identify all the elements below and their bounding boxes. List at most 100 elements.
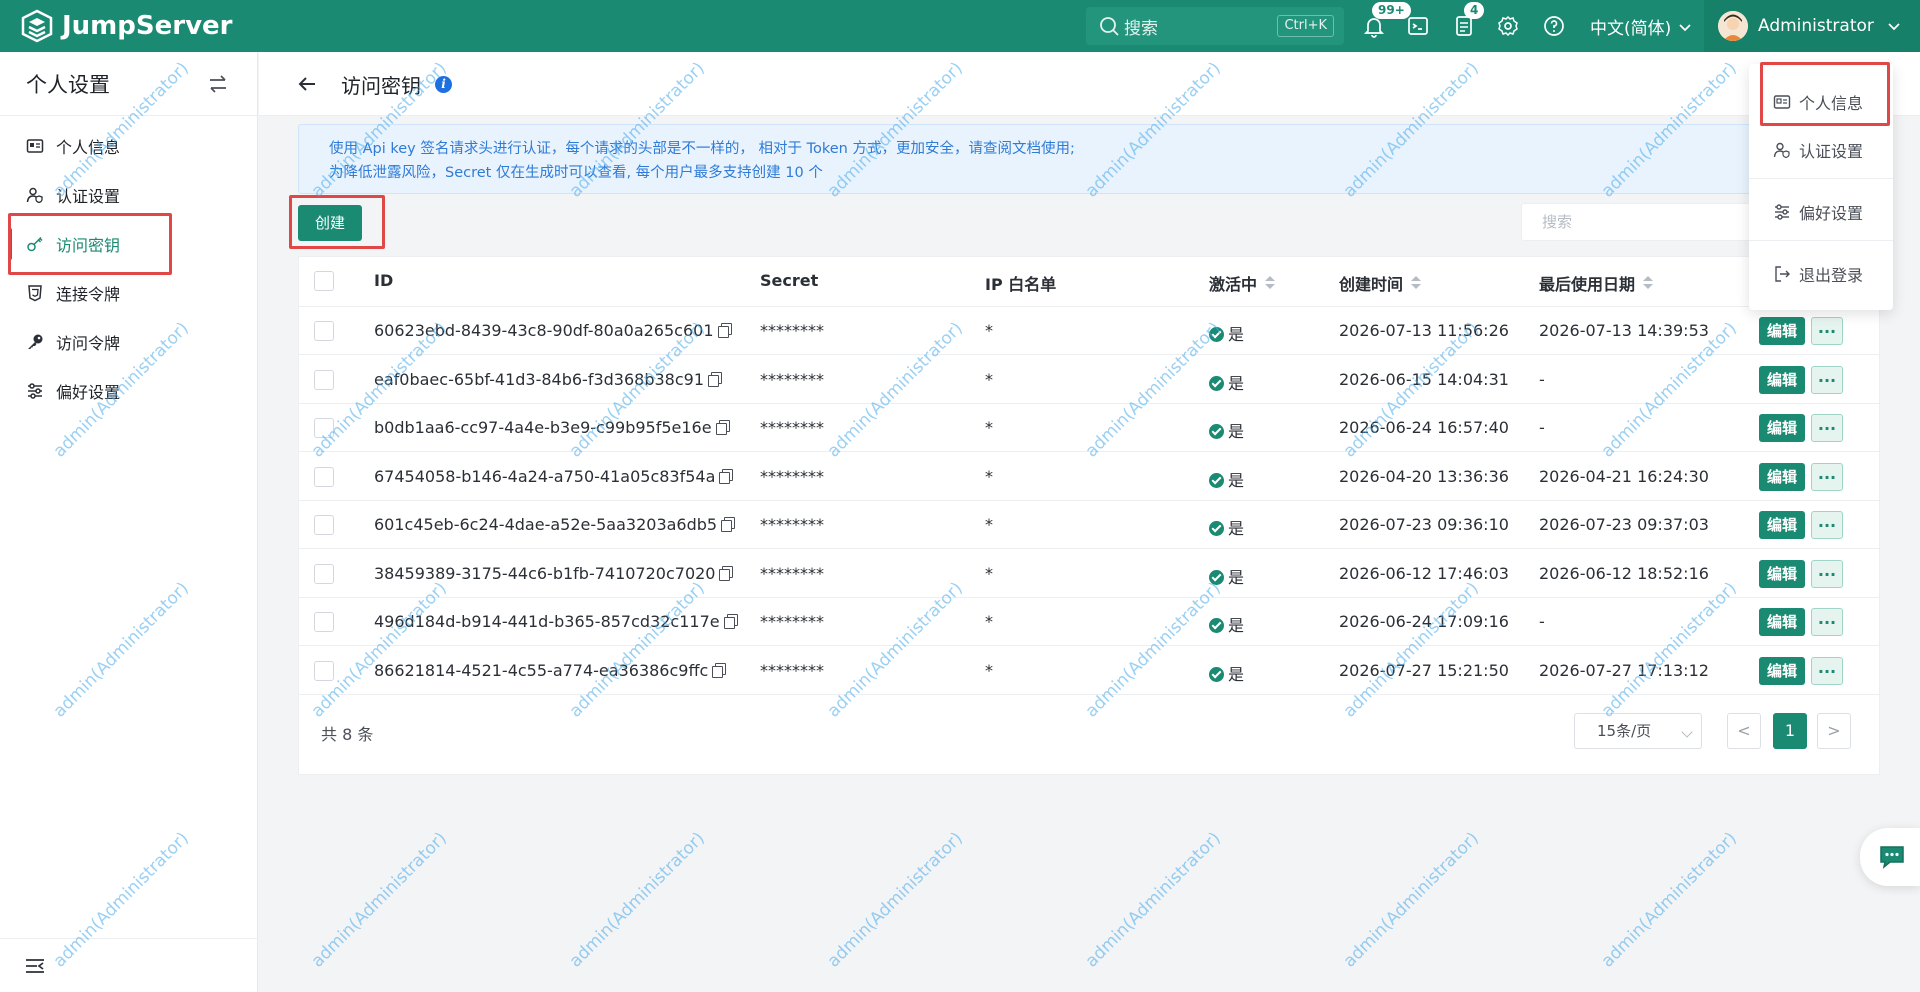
row-checkbox[interactable] xyxy=(314,612,334,632)
search-shortcut: Ctrl+K xyxy=(1277,15,1334,37)
sort-icon[interactable] xyxy=(1411,276,1422,290)
row-checkbox[interactable] xyxy=(314,418,334,438)
terminal-icon[interactable] xyxy=(1406,14,1430,38)
dropdown-item-label: 认证设置 xyxy=(1799,142,1864,161)
sidebar-item-connection-token[interactable]: 连接令牌 xyxy=(0,269,258,317)
copy-icon[interactable] xyxy=(719,565,734,581)
check-circle-icon xyxy=(1209,521,1224,536)
arrow-left-icon[interactable] xyxy=(295,72,319,96)
table-row: 67454058-b146-4a24-a750-41a05c83f54a ****… xyxy=(299,453,1879,501)
cell-id: 38459389-3175-44c6-b1fb-7410720c7020 xyxy=(374,564,734,583)
copy-icon[interactable] xyxy=(708,371,722,387)
cell-secret: ******** xyxy=(760,418,824,437)
table-search-input[interactable]: 搜索 xyxy=(1521,203,1751,241)
cell-id: b0db1aa6-cc97-4a4e-b3e9-c99b95f5e16e xyxy=(374,418,730,437)
sort-icon[interactable] xyxy=(1643,276,1654,290)
check-circle-icon xyxy=(1209,618,1224,633)
next-page-button[interactable]: > xyxy=(1817,713,1851,749)
edit-button[interactable]: 编辑 xyxy=(1759,462,1805,491)
dropdown-item-logout[interactable]: 退出登录 xyxy=(1749,254,1893,294)
cell-ip-whitelist: * xyxy=(985,369,993,389)
dropdown-item-auth-settings[interactable]: 认证设置 xyxy=(1749,130,1893,170)
dropdown-item-preferences[interactable]: 偏好设置 xyxy=(1749,192,1893,232)
watermark-text: admin(Administrator) xyxy=(1081,828,1225,972)
row-checkbox[interactable] xyxy=(314,660,334,681)
collapse-menu-icon[interactable] xyxy=(24,955,46,977)
column-header-last-used[interactable]: 最后使用日期 xyxy=(1539,271,1654,295)
user-shield-icon xyxy=(1773,142,1790,159)
cell-id: eaf0baec-65bf-41d3-84b6-f3d368b38c91 xyxy=(374,370,722,389)
brand-logo[interactable]: JumpServer xyxy=(20,9,232,43)
more-actions-button[interactable]: ... xyxy=(1811,365,1843,394)
id-card-icon xyxy=(26,139,44,153)
page-size-label: 15条/页 xyxy=(1597,722,1652,740)
row-checkbox[interactable] xyxy=(314,515,334,535)
gear-icon[interactable] xyxy=(1496,14,1520,38)
sidebar-item-auth-settings[interactable]: 认证设置 xyxy=(0,171,258,219)
check-circle-icon xyxy=(1209,472,1224,488)
global-search[interactable]: 搜索 Ctrl+K xyxy=(1086,7,1344,45)
table-row: 38459389-3175-44c6-b1fb-7410720c7020 ****… xyxy=(299,550,1879,598)
cell-active: 是 xyxy=(1209,612,1244,636)
more-actions-button[interactable]: ... xyxy=(1811,462,1843,491)
cell-secret: ******** xyxy=(760,321,824,340)
column-header-id: ID xyxy=(374,271,394,290)
sidebar-item-preferences[interactable]: 偏好设置 xyxy=(0,367,258,415)
table-header: ID Secret IP 白名单 激活中 创建时间 最后使用日期 xyxy=(299,257,1879,307)
table-row: 60623ebd-8439-43c8-90df-80a0a265c601 ****… xyxy=(299,307,1879,355)
sidebar-item-label: 访问令牌 xyxy=(56,334,121,353)
access-keys-table: ID Secret IP 白名单 激活中 创建时间 最后使用日期 60623eb… xyxy=(298,256,1880,775)
edit-button[interactable]: 编辑 xyxy=(1759,511,1805,539)
edit-button[interactable]: 编辑 xyxy=(1759,608,1805,636)
copy-icon[interactable] xyxy=(721,517,736,532)
page-size-select[interactable]: 15条/页 xyxy=(1574,713,1702,749)
help-icon[interactable] xyxy=(1542,14,1566,38)
more-actions-button[interactable]: ... xyxy=(1811,414,1843,442)
edit-button[interactable]: 编辑 xyxy=(1759,317,1805,345)
copy-icon[interactable] xyxy=(719,468,734,484)
column-header-active[interactable]: 激活中 xyxy=(1209,271,1276,295)
sort-icon[interactable] xyxy=(1265,276,1276,290)
page-number-current[interactable]: 1 xyxy=(1773,713,1807,749)
edit-button[interactable]: 编辑 xyxy=(1759,365,1805,394)
more-actions-button[interactable]: ... xyxy=(1811,559,1843,588)
switch-view-icon[interactable] xyxy=(206,72,230,96)
cell-ip-whitelist: * xyxy=(985,466,993,486)
more-actions-button[interactable]: ... xyxy=(1811,511,1843,539)
edit-button[interactable]: 编辑 xyxy=(1759,414,1805,442)
cell-id: 601c45eb-6c24-4dae-a52e-5aa3203a6db5 xyxy=(374,515,736,534)
sidebar-item-label: 连接令牌 xyxy=(56,285,121,304)
jumpserver-logo-icon xyxy=(21,9,53,43)
info-icon[interactable]: i xyxy=(435,76,452,93)
column-header-ip-whitelist: IP 白名单 xyxy=(985,275,1057,294)
row-checkbox[interactable] xyxy=(314,466,334,487)
sidebar-item-profile[interactable]: 个人信息 xyxy=(0,122,258,170)
more-actions-button[interactable]: ... xyxy=(1811,317,1843,345)
copy-icon[interactable] xyxy=(712,662,727,678)
more-actions-button[interactable]: ... xyxy=(1811,656,1843,685)
copy-icon[interactable] xyxy=(715,420,730,435)
row-checkbox[interactable] xyxy=(314,321,334,341)
edit-button[interactable]: 编辑 xyxy=(1759,656,1805,685)
select-all-checkbox[interactable] xyxy=(314,271,334,291)
info-alert: 使用 Api key 签名请求头进行认证，每个请求的头部是不一样的， 相对于 T… xyxy=(298,124,1880,194)
row-checkbox[interactable] xyxy=(314,563,334,584)
language-switcher[interactable]: 中文(简体) xyxy=(1590,14,1693,39)
prev-page-button[interactable]: < xyxy=(1727,713,1761,749)
sidebar-item-label: 个人信息 xyxy=(56,138,121,157)
row-checkbox[interactable] xyxy=(314,369,334,390)
copy-icon[interactable] xyxy=(723,614,738,629)
edit-button[interactable]: 编辑 xyxy=(1759,559,1805,588)
cell-ip-whitelist: * xyxy=(985,563,993,583)
user-menu-trigger[interactable]: Administrator xyxy=(1704,0,1920,52)
sidebar-item-access-token[interactable]: 访问令牌 xyxy=(0,318,258,366)
chat-bubble-icon xyxy=(1880,846,1904,869)
cell-secret: ******** xyxy=(760,660,824,680)
user-name: Administrator xyxy=(1758,16,1874,36)
copy-icon[interactable] xyxy=(717,323,732,338)
chat-assistant-button[interactable] xyxy=(1860,828,1920,886)
notification-badge: 99+ xyxy=(1372,2,1411,19)
column-header-secret: Secret xyxy=(760,271,819,290)
more-actions-button[interactable]: ... xyxy=(1811,608,1843,636)
column-header-created[interactable]: 创建时间 xyxy=(1339,271,1422,295)
